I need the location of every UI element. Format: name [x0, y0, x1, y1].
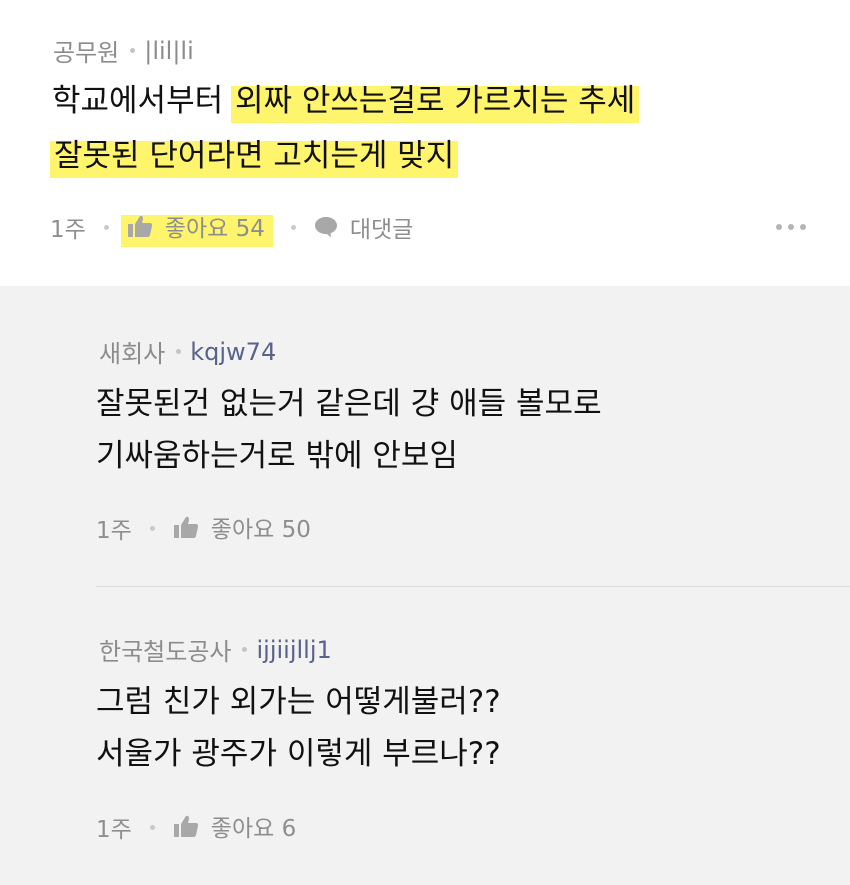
separator-dot: [242, 647, 248, 652]
divider: [96, 586, 850, 587]
like-button[interactable]: 좋아요 50: [167, 508, 319, 548]
comment-meta: 1주 좋아요 54 대댓글: [50, 207, 413, 247]
author-name[interactable]: 한국철도공사: [99, 632, 231, 667]
separator-dot: [149, 824, 155, 830]
reply-button[interactable]: 대댓글: [314, 210, 413, 244]
highlighted-text: 외짜 안쓰는걸로 가르치는 추세: [230, 81, 640, 123]
reply-author-line: 새회사 kqjw74: [99, 334, 276, 369]
like-label: 좋아요 50: [210, 517, 311, 543]
reply-time: 1주: [96, 518, 132, 544]
separator-dot: [149, 525, 155, 531]
like-label: 좋아요 54: [164, 216, 265, 242]
comment: 공무원 |lil|li 학교에서부터 외짜 안쓰는걸로 가르치는 추세 잘못된 …: [0, 0, 850, 286]
user-id[interactable]: kqjw74: [190, 338, 276, 366]
comment-text-line: 잘못된 단어라면 고치는게 맞지: [50, 136, 459, 178]
separator-dot: [176, 349, 182, 354]
reply-text-line: 서울가 광주가 이렇게 부르나??: [96, 736, 501, 772]
reply-text-line: 잘못된건 없는거 같은데 걍 애들 볼모로: [96, 386, 602, 422]
reply-meta: 1주 좋아요 6: [96, 807, 304, 847]
thumbs-up-icon: [173, 815, 198, 837]
comment-author-line: 공무원 |lil|li: [53, 33, 194, 68]
reply-meta: 1주 좋아요 50: [96, 508, 319, 548]
user-id[interactable]: |lil|li: [144, 37, 194, 65]
highlighted-text: 잘못된 단어라면 고치는게 맞지: [50, 136, 459, 178]
more-dots-icon: [788, 224, 794, 230]
reply-text-line: 기싸움하는거로 밖에 안보임: [96, 438, 458, 474]
separator-dot: [290, 224, 296, 230]
separator-dot: [103, 224, 109, 230]
thumbs-up-icon: [173, 516, 198, 538]
speech-bubble-icon: [314, 217, 337, 238]
more-dots-icon: [800, 224, 806, 230]
author-name[interactable]: 새회사: [99, 334, 165, 369]
separator-dot: [130, 48, 136, 53]
thumbs-up-icon: [127, 215, 152, 237]
reply-list: 새회사 kqjw74 잘못된건 없는거 같은데 걍 애들 볼모로 기싸움하는거로…: [0, 286, 850, 885]
reply-label: 대댓글: [349, 217, 414, 243]
comment-time: 1주: [50, 217, 86, 243]
more-options-button[interactable]: [776, 224, 806, 230]
reply-author-line: 한국철도공사 ijjiijllj1: [99, 632, 332, 667]
comment-text-line: 학교에서부터 외짜 안쓰는걸로 가르치는 추세: [52, 81, 640, 123]
reply-text-line: 그럼 친가 외가는 어떻게불러??: [96, 684, 501, 720]
like-button[interactable]: 좋아요 6: [167, 807, 304, 847]
reply-time: 1주: [96, 817, 132, 843]
comment-text-part: 학교에서부터: [52, 83, 224, 119]
more-dots-icon: [776, 224, 782, 230]
like-label: 좋아요 6: [210, 816, 297, 842]
author-name[interactable]: 공무원: [53, 33, 119, 68]
like-button[interactable]: 좋아요 54: [120, 207, 273, 247]
user-id[interactable]: ijjiijllj1: [256, 636, 331, 664]
